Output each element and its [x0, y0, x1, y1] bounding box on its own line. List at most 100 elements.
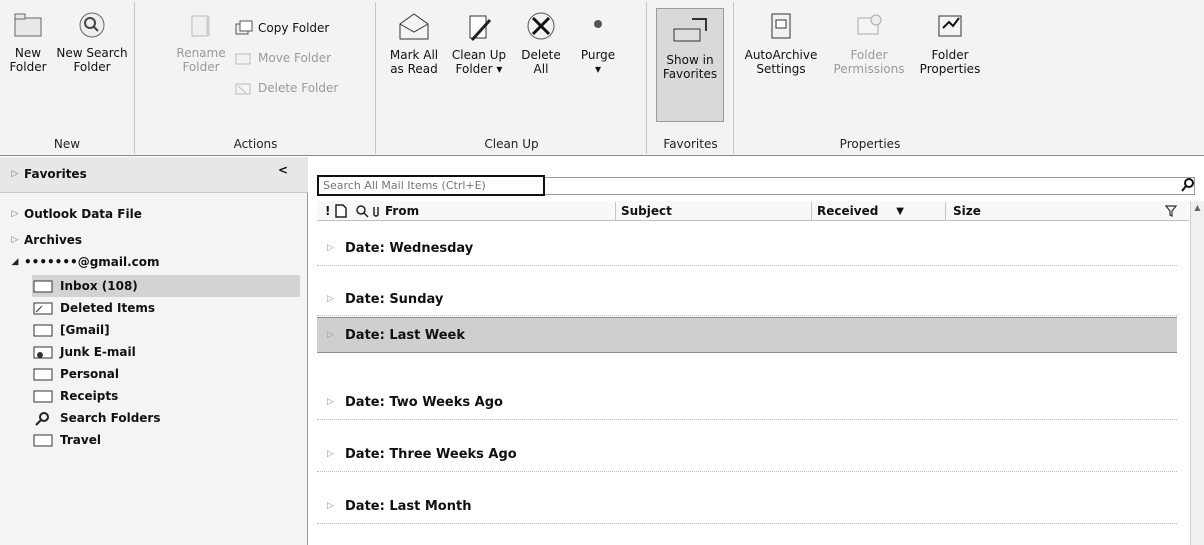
expand-data-file-icon[interactable]: ▷	[10, 209, 20, 219]
folder-label: Inbox (108)	[60, 279, 138, 293]
rename-folder-label-1: Rename	[176, 46, 226, 60]
folder-item-receipts[interactable]: Receipts	[32, 385, 118, 407]
folder-item-travel[interactable]: Travel	[32, 429, 101, 451]
ribbon: New Folder New Search Folder New Rename …	[0, 0, 1204, 156]
new-folder-label-2: Folder	[9, 60, 47, 74]
expand-group-icon[interactable]: ▷	[327, 294, 345, 304]
delete-folder-button[interactable]: Delete Folder	[234, 76, 338, 100]
folder-label: Search Folders	[60, 411, 161, 425]
copy-folder-button[interactable]: Copy Folder	[234, 16, 329, 40]
ribbon-group-properties-label: Properties	[839, 137, 901, 151]
show-in-favorites-button[interactable]: Show in Favorites	[656, 8, 724, 122]
outlook-data-file-row[interactable]: ▷ Outlook Data File	[10, 203, 142, 225]
purge-button[interactable]: Purge ▾	[575, 10, 621, 76]
delete-all-label-1: Delete	[521, 48, 561, 62]
mark-all-read-button[interactable]: Mark All as Read	[385, 10, 443, 76]
group-header-label: Date: Last Week	[345, 327, 466, 343]
expand-favorites-icon[interactable]: ▷	[10, 169, 20, 179]
archives-row[interactable]: ▷ Archives	[10, 229, 83, 251]
clean-up-folder-button[interactable]: Clean Up Folder ▾	[449, 10, 509, 76]
folder-label: [Gmail]	[60, 323, 110, 337]
size-column[interactable]: Size	[953, 201, 981, 221]
scroll-up-icon[interactable]: ▲	[1191, 201, 1204, 215]
received-column[interactable]: Received ▼	[817, 201, 904, 221]
folder-icon	[33, 324, 53, 337]
delete-folder-label: Delete Folder	[258, 81, 339, 95]
search-input[interactable]	[317, 175, 545, 196]
archives-label: Archives	[24, 233, 83, 247]
delete-all-button[interactable]: Delete All	[515, 10, 567, 76]
purge-label-2: ▾	[594, 62, 602, 76]
new-folder-button[interactable]: New Folder	[6, 10, 50, 74]
folder-permissions-button[interactable]: Folder Permissions	[829, 10, 909, 76]
favorites-row[interactable]: ▷ Favorites	[10, 163, 87, 185]
mail-list-pane: ! From Subject Received ▼ Size ▷ Date: W…	[309, 157, 1204, 545]
sort-descending-icon[interactable]: ▼	[896, 206, 904, 217]
move-folder-button[interactable]: Move Folder	[234, 46, 331, 70]
importance-column[interactable]: !	[325, 201, 330, 221]
folder-item-junk-email[interactable]: Junk E-mail	[32, 341, 136, 363]
filter-icon	[1165, 205, 1177, 217]
subject-column[interactable]: Subject	[621, 201, 672, 221]
group-header-wednesday[interactable]: ▷ Date: Wednesday	[317, 233, 1177, 263]
expand-group-icon[interactable]: ▷	[327, 397, 345, 407]
rename-folder-button[interactable]: Rename Folder	[176, 10, 226, 74]
expand-group-icon[interactable]: ▷	[327, 501, 345, 511]
document-icon	[335, 204, 347, 218]
item-type-column[interactable]	[335, 201, 347, 221]
new-search-folder-icon	[79, 12, 105, 38]
outlook-data-file-label: Outlook Data File	[24, 207, 142, 221]
autoarchive-settings-button[interactable]: AutoArchive Settings	[741, 10, 821, 76]
collapse-pane-icon[interactable]: <	[278, 163, 288, 177]
group-header-last-month[interactable]: ▷ Date: Last Month	[317, 491, 1177, 521]
group-header-three-weeks-ago[interactable]: ▷ Date: Three Weeks Ago	[317, 439, 1177, 469]
ribbon-group-actions-label: Actions	[233, 137, 278, 151]
from-column[interactable]: From	[385, 201, 419, 221]
expand-archives-icon[interactable]: ▷	[10, 235, 20, 245]
group-header-last-week[interactable]: ▷ Date: Last Week	[317, 317, 1177, 353]
group-header-label: Date: Last Month	[345, 498, 472, 514]
folder-properties-button[interactable]: Folder Properties	[915, 10, 985, 76]
folder-item-gmail[interactable]: [Gmail]	[32, 319, 110, 341]
search-bar-extension[interactable]	[545, 177, 1195, 195]
new-search-folder-label-1: New Search	[56, 46, 128, 60]
move-folder-icon	[235, 53, 251, 65]
expand-group-icon[interactable]: ▷	[327, 243, 345, 253]
expand-group-icon[interactable]: ▷	[327, 330, 345, 340]
ribbon-group-favorites: Show in Favorites Favorites	[648, 2, 734, 154]
purge-icon	[594, 20, 602, 28]
favorites-header[interactable]: ▷ Favorites <	[0, 157, 308, 193]
group-separator	[317, 265, 1177, 266]
folder-permissions-label-2: Permissions	[833, 62, 905, 76]
attachment-column[interactable]	[371, 201, 381, 221]
vertical-scrollbar[interactable]: ▲	[1190, 201, 1204, 545]
group-header-sunday[interactable]: ▷ Date: Sunday	[317, 284, 1177, 314]
search-icon[interactable]	[1180, 177, 1196, 193]
folder-item-inbox[interactable]: Inbox (108)	[32, 275, 300, 297]
reminder-column[interactable]	[355, 201, 369, 221]
account-row[interactable]: ◢ •••••••@gmail.com	[10, 251, 160, 273]
folder-item-personal[interactable]: Personal	[32, 363, 119, 385]
clean-up-icon	[469, 15, 492, 42]
mark-all-read-label-2: as Read	[390, 62, 438, 76]
group-header-two-weeks-ago[interactable]: ▷ Date: Two Weeks Ago	[317, 387, 1177, 417]
collapse-account-icon[interactable]: ◢	[10, 257, 20, 267]
open-envelope-icon	[399, 13, 429, 40]
column-header: ! From Subject Received ▼ Size	[317, 201, 1189, 221]
autoarchive-label-1: AutoArchive	[744, 48, 818, 62]
show-in-favorites-label-1: Show in	[666, 53, 714, 67]
new-search-folder-button[interactable]: New Search Folder	[54, 10, 130, 74]
search-icon	[35, 412, 49, 426]
move-folder-label: Move Folder	[258, 51, 332, 65]
folder-icon	[33, 434, 53, 447]
group-separator	[317, 523, 1177, 524]
copy-folder-label: Copy Folder	[258, 21, 330, 35]
filter-column-button[interactable]	[1165, 201, 1177, 221]
ribbon-group-cleanup: Mark All as Read Clean Up Folder ▾ Delet…	[377, 2, 647, 154]
expand-group-icon[interactable]: ▷	[327, 449, 345, 459]
folder-item-search-folders[interactable]: Search Folders	[32, 407, 161, 429]
junk-icon	[33, 346, 53, 359]
folder-item-deleted-items[interactable]: Deleted Items	[32, 297, 155, 319]
folder-permissions-label-1: Folder	[850, 48, 888, 62]
ribbon-group-favorites-label: Favorites	[663, 137, 718, 151]
